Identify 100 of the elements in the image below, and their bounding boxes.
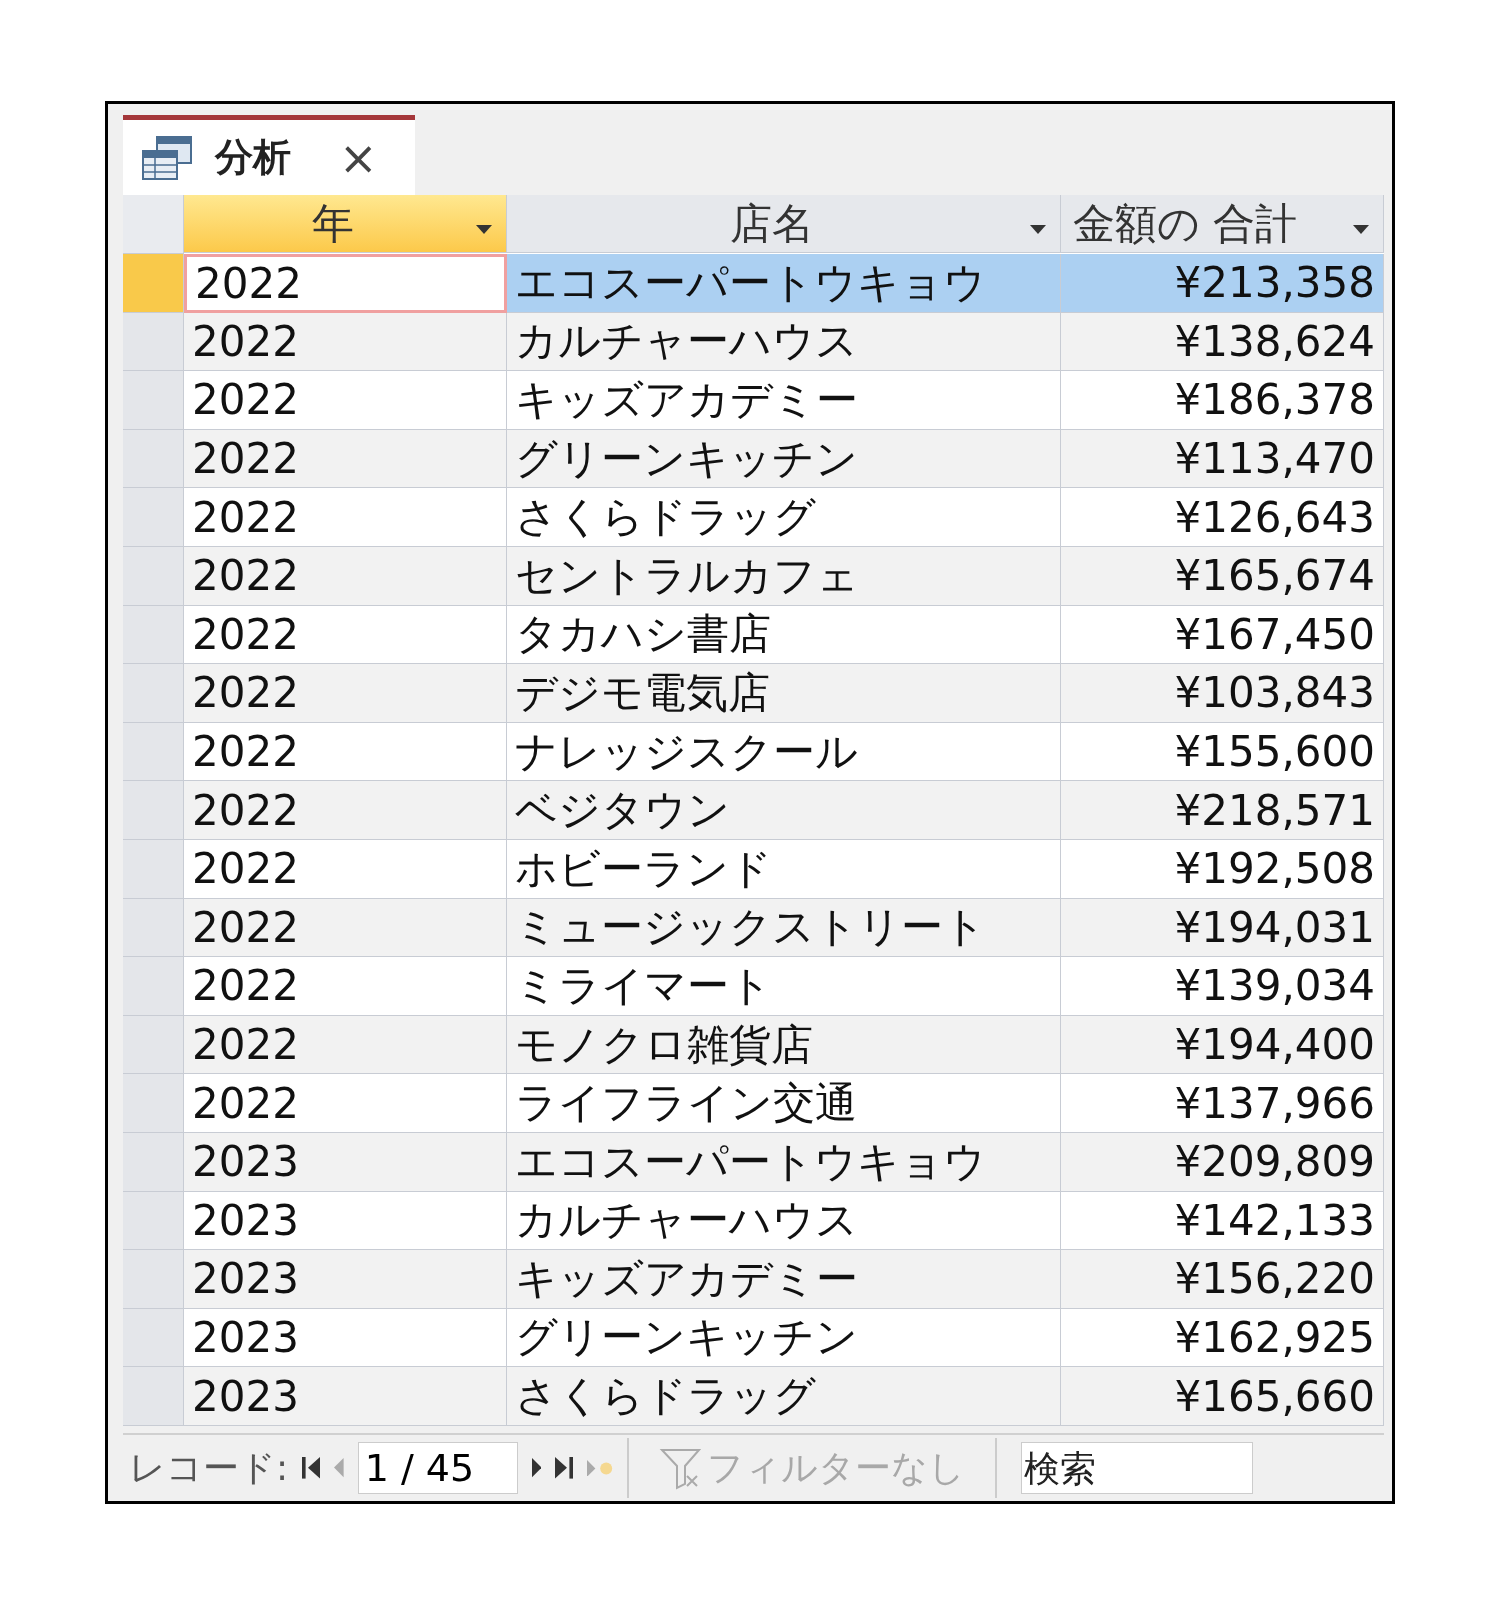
table-cell: タカハシ書店 [507, 605, 1061, 665]
row-selector[interactable] [123, 488, 184, 547]
table-cell: 2023 [184, 1132, 507, 1192]
dropdown-caret-icon[interactable] [1028, 223, 1048, 235]
row-selector[interactable] [123, 1132, 184, 1192]
table-cell: さくらドラッグ [507, 488, 1061, 547]
table-cell: ベジタウン [507, 781, 1061, 840]
close-button[interactable]: × [313, 130, 378, 185]
table-cell: ¥156,220 [1061, 1250, 1384, 1309]
dropdown-caret-icon[interactable] [474, 223, 494, 235]
first-record-button[interactable] [302, 1457, 321, 1479]
table-cell: 2023 [184, 1308, 507, 1368]
table-cell: セントラルカフェ [507, 546, 1061, 606]
table-cell: ¥213,358 [1061, 254, 1384, 313]
table-cell: グリーンキッチン [507, 1308, 1061, 1368]
table-cell: 2022 [184, 722, 507, 782]
table-cell: 2022 [184, 1015, 507, 1075]
table-cell: 2023 [184, 1367, 507, 1426]
table-cell: デジモ電気店 [507, 664, 1061, 723]
dropdown-caret-icon[interactable] [1351, 223, 1371, 235]
table-cell: ¥194,400 [1061, 1015, 1384, 1075]
table-cell: ライフライン交通 [507, 1074, 1061, 1133]
table-cell: 2022 [184, 312, 507, 372]
record-position-field[interactable]: 1 / 45 [357, 1442, 518, 1494]
row-selector[interactable] [123, 839, 184, 899]
next-record-button[interactable] [531, 1458, 542, 1478]
row-selector[interactable] [123, 605, 184, 665]
row-selector[interactable] [123, 1367, 184, 1426]
table-cell: エコスーパートウキョウ [507, 1132, 1061, 1192]
record-label: レコード: [129, 1445, 289, 1490]
previous-record-icon [334, 1458, 344, 1478]
table-cell: 2022 [184, 1074, 507, 1133]
table-cell: 2022 [184, 605, 507, 665]
row-selector[interactable] [123, 781, 184, 840]
table-cell: ¥113,470 [1061, 429, 1384, 489]
table-cell: キッズアカデミー [507, 1250, 1061, 1309]
table-cell: ナレッジスクール [507, 722, 1061, 782]
last-record-button[interactable] [555, 1457, 574, 1479]
last-record-icon [555, 1457, 574, 1479]
table-cell: 2022 [184, 957, 507, 1016]
table-cell: ¥218,571 [1061, 781, 1384, 840]
column-header[interactable]: 店名 [507, 195, 1061, 253]
table-cell: ミュージックストリート [507, 898, 1061, 958]
table-cell: 2022 [184, 664, 507, 723]
table-cell: 2022 [184, 898, 507, 958]
row-selector[interactable] [123, 1015, 184, 1075]
table-cell: 2022 [184, 254, 507, 313]
table-cell: ¥167,450 [1061, 605, 1384, 665]
select-all-corner[interactable] [123, 195, 184, 254]
table-cell: ¥137,966 [1061, 1074, 1384, 1133]
table-cell: ¥186,378 [1061, 371, 1384, 430]
row-selector[interactable] [123, 1250, 184, 1309]
row-selector[interactable] [123, 664, 184, 723]
table-cell: ¥192,508 [1061, 839, 1384, 899]
row-selector[interactable] [123, 957, 184, 1016]
row-selector[interactable] [123, 312, 184, 372]
datasheet-icon [141, 134, 193, 181]
table-cell: ¥155,600 [1061, 722, 1384, 782]
search-field[interactable]: 検索 [1020, 1442, 1253, 1494]
table-cell: ¥209,809 [1061, 1132, 1384, 1192]
table-cell: 2023 [184, 1191, 507, 1251]
table-cell: 2022 [184, 371, 507, 430]
row-selector[interactable] [123, 722, 184, 782]
table-cell: 2022 [184, 781, 507, 840]
table-cell: ¥138,624 [1061, 312, 1384, 372]
new-record-icon [587, 1459, 613, 1477]
next-record-icon [531, 1458, 542, 1478]
table-cell: 2022 [184, 488, 507, 547]
tab-title: 分析 [215, 134, 291, 181]
table-cell: 2022 [184, 546, 507, 606]
table-cell: ¥103,843 [1061, 664, 1384, 723]
table-cell: ¥165,674 [1061, 546, 1384, 606]
table-cell: カルチャーハウス [507, 1191, 1061, 1251]
column-header[interactable]: 年 [184, 195, 507, 253]
row-selector[interactable] [123, 1191, 184, 1251]
table-cell: 2022 [184, 839, 507, 899]
row-selector[interactable] [123, 1074, 184, 1133]
row-selector[interactable] [123, 1308, 184, 1368]
table-cell: グリーンキッチン [507, 429, 1061, 489]
document-tab[interactable]: 分析 × [123, 115, 415, 195]
column-header[interactable]: 金額の 合計 [1061, 195, 1384, 253]
row-selector[interactable] [123, 254, 184, 313]
table-cell: ¥162,925 [1061, 1308, 1384, 1368]
first-record-icon [302, 1457, 321, 1479]
table-cell: ホビーランド [507, 839, 1061, 899]
table-cell: モノクロ雑貨店 [507, 1015, 1061, 1075]
table-cell: ¥126,643 [1061, 488, 1384, 547]
table-cell: ¥139,034 [1061, 957, 1384, 1016]
row-selector[interactable] [123, 546, 184, 606]
table-cell: カルチャーハウス [507, 312, 1061, 372]
table-cell: さくらドラッグ [507, 1367, 1061, 1426]
table-cell: 2022 [184, 429, 507, 489]
row-selector[interactable] [123, 371, 184, 430]
row-selector[interactable] [123, 898, 184, 958]
table-cell: 2023 [184, 1250, 507, 1309]
table-cell: ¥165,660 [1061, 1367, 1384, 1426]
table-cell: エコスーパートウキョウ [507, 254, 1061, 313]
filter-icon [658, 1446, 703, 1490]
row-selector[interactable] [123, 429, 184, 489]
table-cell: キッズアカデミー [507, 371, 1061, 430]
